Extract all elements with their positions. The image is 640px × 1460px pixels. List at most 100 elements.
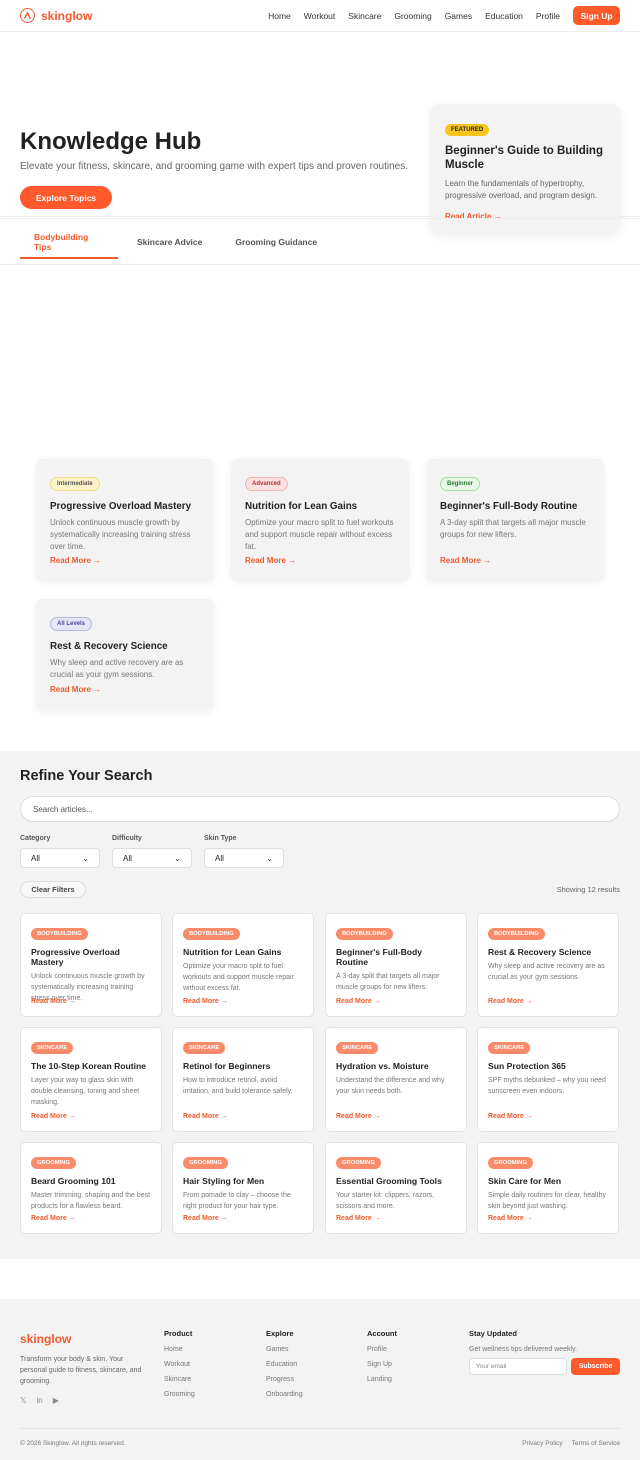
results-count: Showing 12 results (556, 885, 620, 894)
article-title: Retinol for Beginners (183, 1061, 271, 1071)
article-card[interactable]: BODYBUILDING Progressive Overload Master… (20, 913, 162, 1017)
read-more-link[interactable]: Read More → (183, 1215, 228, 1222)
footer-link-onboarding[interactable]: Onboarding (266, 1391, 303, 1398)
tab-skincare-advice[interactable]: Skincare Advice (118, 225, 216, 259)
search-input[interactable]: Search articles... (20, 796, 620, 822)
footer-link-grooming[interactable]: Grooming (164, 1391, 195, 1398)
youtube-icon[interactable]: ▶ (53, 1396, 59, 1405)
nav-link-skincare[interactable]: Skincare (348, 11, 381, 21)
read-more-link[interactable]: Read More → (488, 1113, 533, 1120)
article-card[interactable]: BODYBUILDING Rest & Recovery Science Why… (477, 913, 619, 1017)
footer-column-title: Account (367, 1329, 397, 1338)
read-more-link[interactable]: Read More → (183, 998, 228, 1005)
nav-link-workout[interactable]: Workout (304, 11, 336, 21)
category-badge: BODYBUILDING (183, 928, 240, 940)
footer-column-product: Product Home Workout Skincare Grooming (164, 1329, 195, 1398)
article-card[interactable]: GROOMING Hair Styling for Men From pomad… (172, 1142, 314, 1234)
tab-bodybuilding-tips[interactable]: Bodybuilding Tips (20, 225, 118, 259)
footer-link-progress[interactable]: Progress (266, 1376, 303, 1383)
hero-subtitle: Elevate your fitness, skincare, and groo… (20, 161, 408, 172)
footer-link-home[interactable]: Home (164, 1346, 195, 1353)
read-more-link[interactable]: Read More → (440, 556, 491, 565)
tip-description: Why sleep and active recovery are as cru… (50, 658, 184, 679)
nav-link-home[interactable]: Home (268, 11, 291, 21)
article-description: How to introduce retinol, avoid irritati… (183, 1077, 293, 1095)
article-description: Understand the difference and why your s… (336, 1077, 445, 1095)
read-more-link[interactable]: Read More → (50, 685, 101, 694)
footer-link-games[interactable]: Games (266, 1346, 303, 1353)
footer-link-profile[interactable]: Profile (367, 1346, 397, 1353)
article-card[interactable]: BODYBUILDING Nutrition for Lean Gains Op… (172, 913, 314, 1017)
read-more-link[interactable]: Read More → (31, 998, 76, 1005)
article-card[interactable]: GROOMING Beard Grooming 101 Master trimm… (20, 1142, 162, 1234)
footer-column-account: Account Profile Sign Up Landing (367, 1329, 397, 1383)
article-card[interactable]: SKINCARE The 10-Step Korean Routine Laye… (20, 1027, 162, 1132)
logo-icon (20, 8, 35, 23)
subscribe-button[interactable]: Subscribe (571, 1358, 620, 1375)
category-badge: SKINCARE (183, 1042, 226, 1054)
nav-link-education[interactable]: Education (485, 11, 523, 21)
footer-link-workout[interactable]: Workout (164, 1361, 195, 1368)
read-more-link[interactable]: Read More → (183, 1113, 228, 1120)
logo[interactable]: skinglow (20, 8, 92, 23)
category-select[interactable]: All ⌄ (20, 848, 100, 868)
terms-of-service-link[interactable]: Terms of Service (572, 1440, 620, 1447)
nav-links: Home Workout Skincare Grooming Games Edu… (268, 6, 620, 25)
article-card[interactable]: SKINCARE Retinol for Beginners How to in… (172, 1027, 314, 1132)
email-field[interactable]: Your email (469, 1358, 567, 1375)
read-more-link[interactable]: Read More → (336, 1215, 381, 1222)
article-card[interactable]: GROOMING Essential Grooming Tools Your s… (325, 1142, 467, 1234)
x-icon[interactable]: 𝕏 (20, 1396, 26, 1405)
page-title: Knowledge Hub (20, 128, 202, 155)
footer-brand[interactable]: skinglow (20, 1332, 71, 1346)
refine-search-section: Refine Your Search Search articles... Ca… (0, 751, 640, 1259)
privacy-policy-link[interactable]: Privacy Policy (522, 1440, 562, 1447)
sign-up-button[interactable]: Sign Up (573, 6, 620, 25)
article-card[interactable]: GROOMING Skin Care for Men Simple daily … (477, 1142, 619, 1234)
article-description: Layer your way to glass skin with double… (31, 1077, 140, 1106)
read-more-link[interactable]: Read More → (31, 1215, 76, 1222)
difficulty-filter: Difficulty All ⌄ (112, 835, 192, 868)
category-badge: GROOMING (336, 1157, 381, 1169)
skin-type-select[interactable]: All ⌄ (204, 848, 284, 868)
linkedin-icon[interactable]: in (36, 1396, 42, 1405)
nav-link-profile[interactable]: Profile (536, 11, 560, 21)
tip-title: Rest & Recovery Science (50, 641, 168, 652)
read-more-link[interactable]: Read More → (336, 1113, 381, 1120)
read-more-link[interactable]: Read More → (31, 1113, 76, 1120)
tip-card[interactable]: All Levels Rest & Recovery Science Why s… (36, 599, 214, 710)
article-card[interactable]: BODYBUILDING Beginner's Full-Body Routin… (325, 913, 467, 1017)
tip-title: Progressive Overload Mastery (50, 501, 192, 512)
footer-column-title: Product (164, 1329, 193, 1338)
featured-badge: FEATURED (445, 124, 490, 136)
tip-card[interactable]: Beginner Beginner's Full-Body Routine A … (426, 459, 604, 581)
tip-card[interactable]: Intermediate Progressive Overload Master… (36, 459, 214, 581)
footer-link-education[interactable]: Education (266, 1361, 303, 1368)
article-title: Progressive Overload Mastery (31, 947, 120, 967)
legal-links: Privacy Policy Terms of Service (522, 1440, 620, 1447)
difficulty-select[interactable]: All ⌄ (112, 848, 192, 868)
read-more-link[interactable]: Read More → (50, 556, 101, 565)
article-title: Rest & Recovery Science (488, 947, 592, 957)
article-card[interactable]: SKINCARE Hydration vs. Moisture Understa… (325, 1027, 467, 1132)
tab-grooming-guidance[interactable]: Grooming Guidance (216, 225, 331, 259)
read-more-link[interactable]: Read More → (488, 1215, 533, 1222)
footer-column-title: Explore (266, 1329, 294, 1338)
footer-link-sign-up[interactable]: Sign Up (367, 1361, 397, 1368)
read-more-link[interactable]: Read More → (336, 998, 381, 1005)
difficulty-badge: All Levels (50, 617, 93, 631)
featured-article-card[interactable]: FEATURED Beginner's Guide to Building Mu… (431, 104, 620, 233)
brand-name: skinglow (41, 8, 93, 23)
article-card[interactable]: SKINCARE Sun Protection 365 SPF myths de… (477, 1027, 619, 1132)
tip-card[interactable]: Advanced Nutrition for Lean Gains Optimi… (231, 459, 409, 581)
nav-link-games[interactable]: Games (445, 11, 472, 21)
footer-link-landing[interactable]: Landing (367, 1376, 397, 1383)
read-more-link[interactable]: Read More → (488, 998, 533, 1005)
read-more-link[interactable]: Read More → (245, 556, 296, 565)
tip-description: Optimize your macro split to fuel workou… (245, 518, 394, 551)
footer-link-skincare[interactable]: Skincare (164, 1376, 195, 1383)
explore-topics-button[interactable]: Explore Topics (20, 186, 112, 209)
chevron-down-icon: ⌄ (82, 853, 89, 863)
clear-filters-button[interactable]: Clear Filters (20, 881, 86, 898)
nav-link-grooming[interactable]: Grooming (394, 11, 431, 21)
